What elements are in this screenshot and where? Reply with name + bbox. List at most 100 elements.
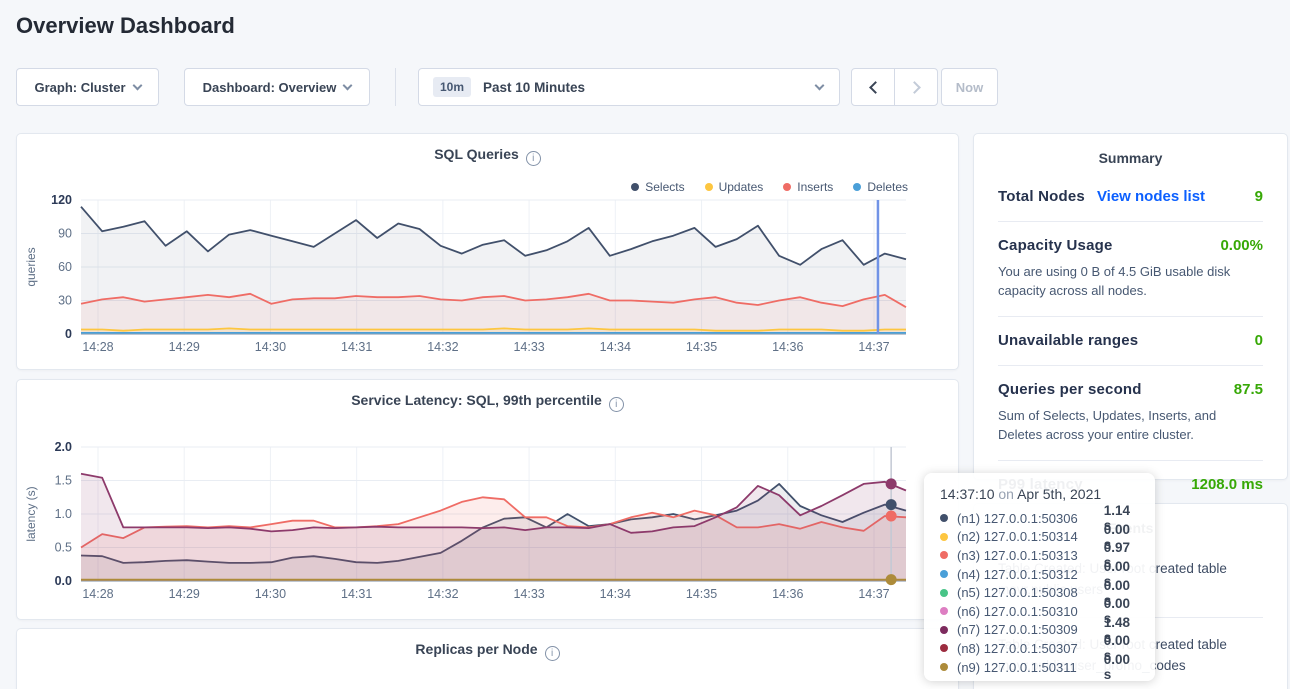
page-title: Overview Dashboard — [16, 13, 235, 39]
time-prev-button[interactable] — [852, 69, 894, 105]
summary-panel-title: Summary — [974, 134, 1287, 166]
chevron-right-icon — [908, 81, 921, 94]
svg-text:14:36: 14:36 — [772, 340, 803, 354]
now-button-label: Now — [956, 80, 983, 95]
tooltip-node-row: (n9) 127.0.0.1:503110.00 s — [940, 658, 1141, 677]
hover-dot — [886, 574, 897, 585]
time-pager — [851, 68, 938, 106]
sql-queries-card: SQL Queries SelectsUpdatesInsertsDeletes… — [16, 133, 959, 370]
svg-text:14:31: 14:31 — [341, 340, 372, 354]
service-latency-chart[interactable]: 0.00.51.01.52.0latency (s)14:2814:2914:3… — [17, 380, 958, 624]
replicas-per-node-title-text: Replicas per Node — [415, 641, 537, 657]
tooltip-date: Apr 5th, 2021 — [1017, 486, 1101, 502]
svg-text:60: 60 — [58, 260, 72, 274]
node-address: (n9) 127.0.0.1:50311 — [957, 660, 1104, 675]
svg-text:1.5: 1.5 — [55, 474, 72, 488]
node-color-dot — [940, 589, 948, 597]
dashboard-dropdown[interactable]: Dashboard: Overview — [184, 68, 370, 106]
info-icon[interactable] — [545, 646, 560, 661]
svg-text:14:29: 14:29 — [169, 340, 200, 354]
node-color-dot — [940, 607, 948, 615]
node-address: (n7) 127.0.0.1:50309 — [957, 622, 1104, 637]
view-nodes-list-link[interactable]: View nodes list — [1097, 188, 1205, 205]
summary-row-value: 1208.0 ms — [1191, 476, 1263, 493]
node-address: (n5) 127.0.0.1:50308 — [957, 585, 1104, 600]
dashboard-dropdown-label: Dashboard: Overview — [203, 80, 337, 95]
summary-row: Total NodesView nodes list9 — [998, 166, 1263, 222]
svg-text:14:28: 14:28 — [82, 587, 113, 601]
node-color-dot — [940, 551, 948, 559]
svg-text:queries: queries — [24, 247, 38, 286]
service-latency-card: Service Latency: SQL, 99th percentile 0.… — [16, 379, 959, 620]
service-latency-svg: 0.00.51.01.52.0latency (s)14:2814:2914:3… — [17, 380, 958, 619]
svg-text:14:37: 14:37 — [858, 340, 889, 354]
time-range-label: Past 10 Minutes — [483, 80, 808, 95]
node-color-dot — [940, 533, 948, 541]
hover-dot — [886, 478, 897, 489]
svg-text:0: 0 — [65, 327, 72, 341]
graph-dropdown[interactable]: Graph: Cluster — [16, 68, 159, 106]
svg-text:14:34: 14:34 — [600, 340, 631, 354]
node-address: (n6) 127.0.0.1:50310 — [957, 604, 1104, 619]
tooltip-rows: (n1) 127.0.0.1:503061.14 s(n2) 127.0.0.1… — [940, 509, 1141, 676]
time-range-selector[interactable]: 10m Past 10 Minutes — [418, 68, 840, 106]
svg-text:30: 30 — [58, 294, 72, 308]
summary-row: Capacity Usage0.00%You are using 0 B of … — [998, 222, 1263, 317]
svg-text:14:28: 14:28 — [82, 340, 113, 354]
svg-text:14:32: 14:32 — [427, 340, 458, 354]
summary-row-label: Unavailable ranges — [998, 332, 1138, 349]
svg-text:14:37: 14:37 — [858, 587, 889, 601]
tooltip-time: 14:37:10 — [940, 486, 995, 502]
svg-text:14:30: 14:30 — [255, 340, 286, 354]
svg-text:14:33: 14:33 — [513, 587, 544, 601]
node-color-dot — [940, 644, 948, 652]
svg-text:2.0: 2.0 — [55, 440, 72, 454]
svg-text:120: 120 — [51, 193, 72, 207]
summary-row-label: Queries per second — [998, 381, 1142, 398]
summary-rows: Total NodesView nodes list9Capacity Usag… — [974, 166, 1287, 509]
summary-row-value: 0 — [1255, 332, 1263, 349]
summary-panel: Summary Total NodesView nodes list9Capac… — [973, 133, 1288, 480]
svg-text:14:31: 14:31 — [341, 587, 372, 601]
summary-row-value: 87.5 — [1234, 381, 1263, 398]
svg-text:14:35: 14:35 — [686, 587, 717, 601]
chart-hover-tooltip: 14:37:10 on Apr 5th, 2021 (n1) 127.0.0.1… — [924, 473, 1155, 681]
node-color-dot — [940, 626, 948, 634]
node-color-dot — [940, 514, 948, 522]
hover-dot — [886, 511, 897, 522]
svg-text:14:34: 14:34 — [600, 587, 631, 601]
node-address: (n3) 127.0.0.1:50313 — [957, 548, 1104, 563]
sql-queries-chart[interactable]: 0 30 60 90 120 queries 14:28 14:29 14:30 14:31 14:… — [17, 134, 958, 374]
sql-queries-svg: 0 30 60 90 120 queries 14:28 14:29 14:30 14:31 14:… — [17, 134, 958, 369]
svg-text:14:36: 14:36 — [772, 587, 803, 601]
summary-row-label: Capacity Usage — [998, 237, 1113, 254]
svg-text:14:35: 14:35 — [686, 340, 717, 354]
node-color-dot — [940, 663, 948, 671]
summary-row-desc: Sum of Selects, Updates, Inserts, and De… — [998, 406, 1263, 444]
replicas-per-node-card: Replicas per Node — [16, 628, 959, 689]
node-latency-value: 0.00 s — [1104, 652, 1141, 682]
now-button[interactable]: Now — [941, 68, 998, 106]
time-next-button[interactable] — [894, 69, 937, 105]
time-range-badge: 10m — [433, 77, 471, 97]
tooltip-on-word: on — [998, 486, 1014, 502]
graph-dropdown-label: Graph: Cluster — [34, 80, 125, 95]
svg-text:14:29: 14:29 — [169, 587, 200, 601]
toolbar-divider — [395, 68, 396, 106]
svg-text:14:30: 14:30 — [255, 587, 286, 601]
svg-text:14:32: 14:32 — [427, 587, 458, 601]
svg-text:90: 90 — [58, 227, 72, 241]
chevron-left-icon — [869, 81, 882, 94]
node-address: (n8) 127.0.0.1:50307 — [957, 641, 1104, 656]
replicas-per-node-title: Replicas per Node — [17, 641, 958, 661]
summary-row: Queries per second 87.5 Sum of Selects, Up… — [998, 366, 1263, 461]
svg-text:0.0: 0.0 — [55, 574, 72, 588]
tooltip-timestamp: 14:37:10 on Apr 5th, 2021 — [940, 486, 1141, 502]
chevron-down-icon — [343, 81, 353, 91]
svg-text:latency (s): latency (s) — [24, 486, 38, 541]
node-color-dot — [940, 570, 948, 578]
node-address: (n4) 127.0.0.1:50312 — [957, 567, 1104, 582]
summary-row-value: 0.00% — [1220, 237, 1263, 254]
chevron-down-icon — [815, 81, 825, 91]
summary-row-value: 9 — [1255, 188, 1263, 205]
